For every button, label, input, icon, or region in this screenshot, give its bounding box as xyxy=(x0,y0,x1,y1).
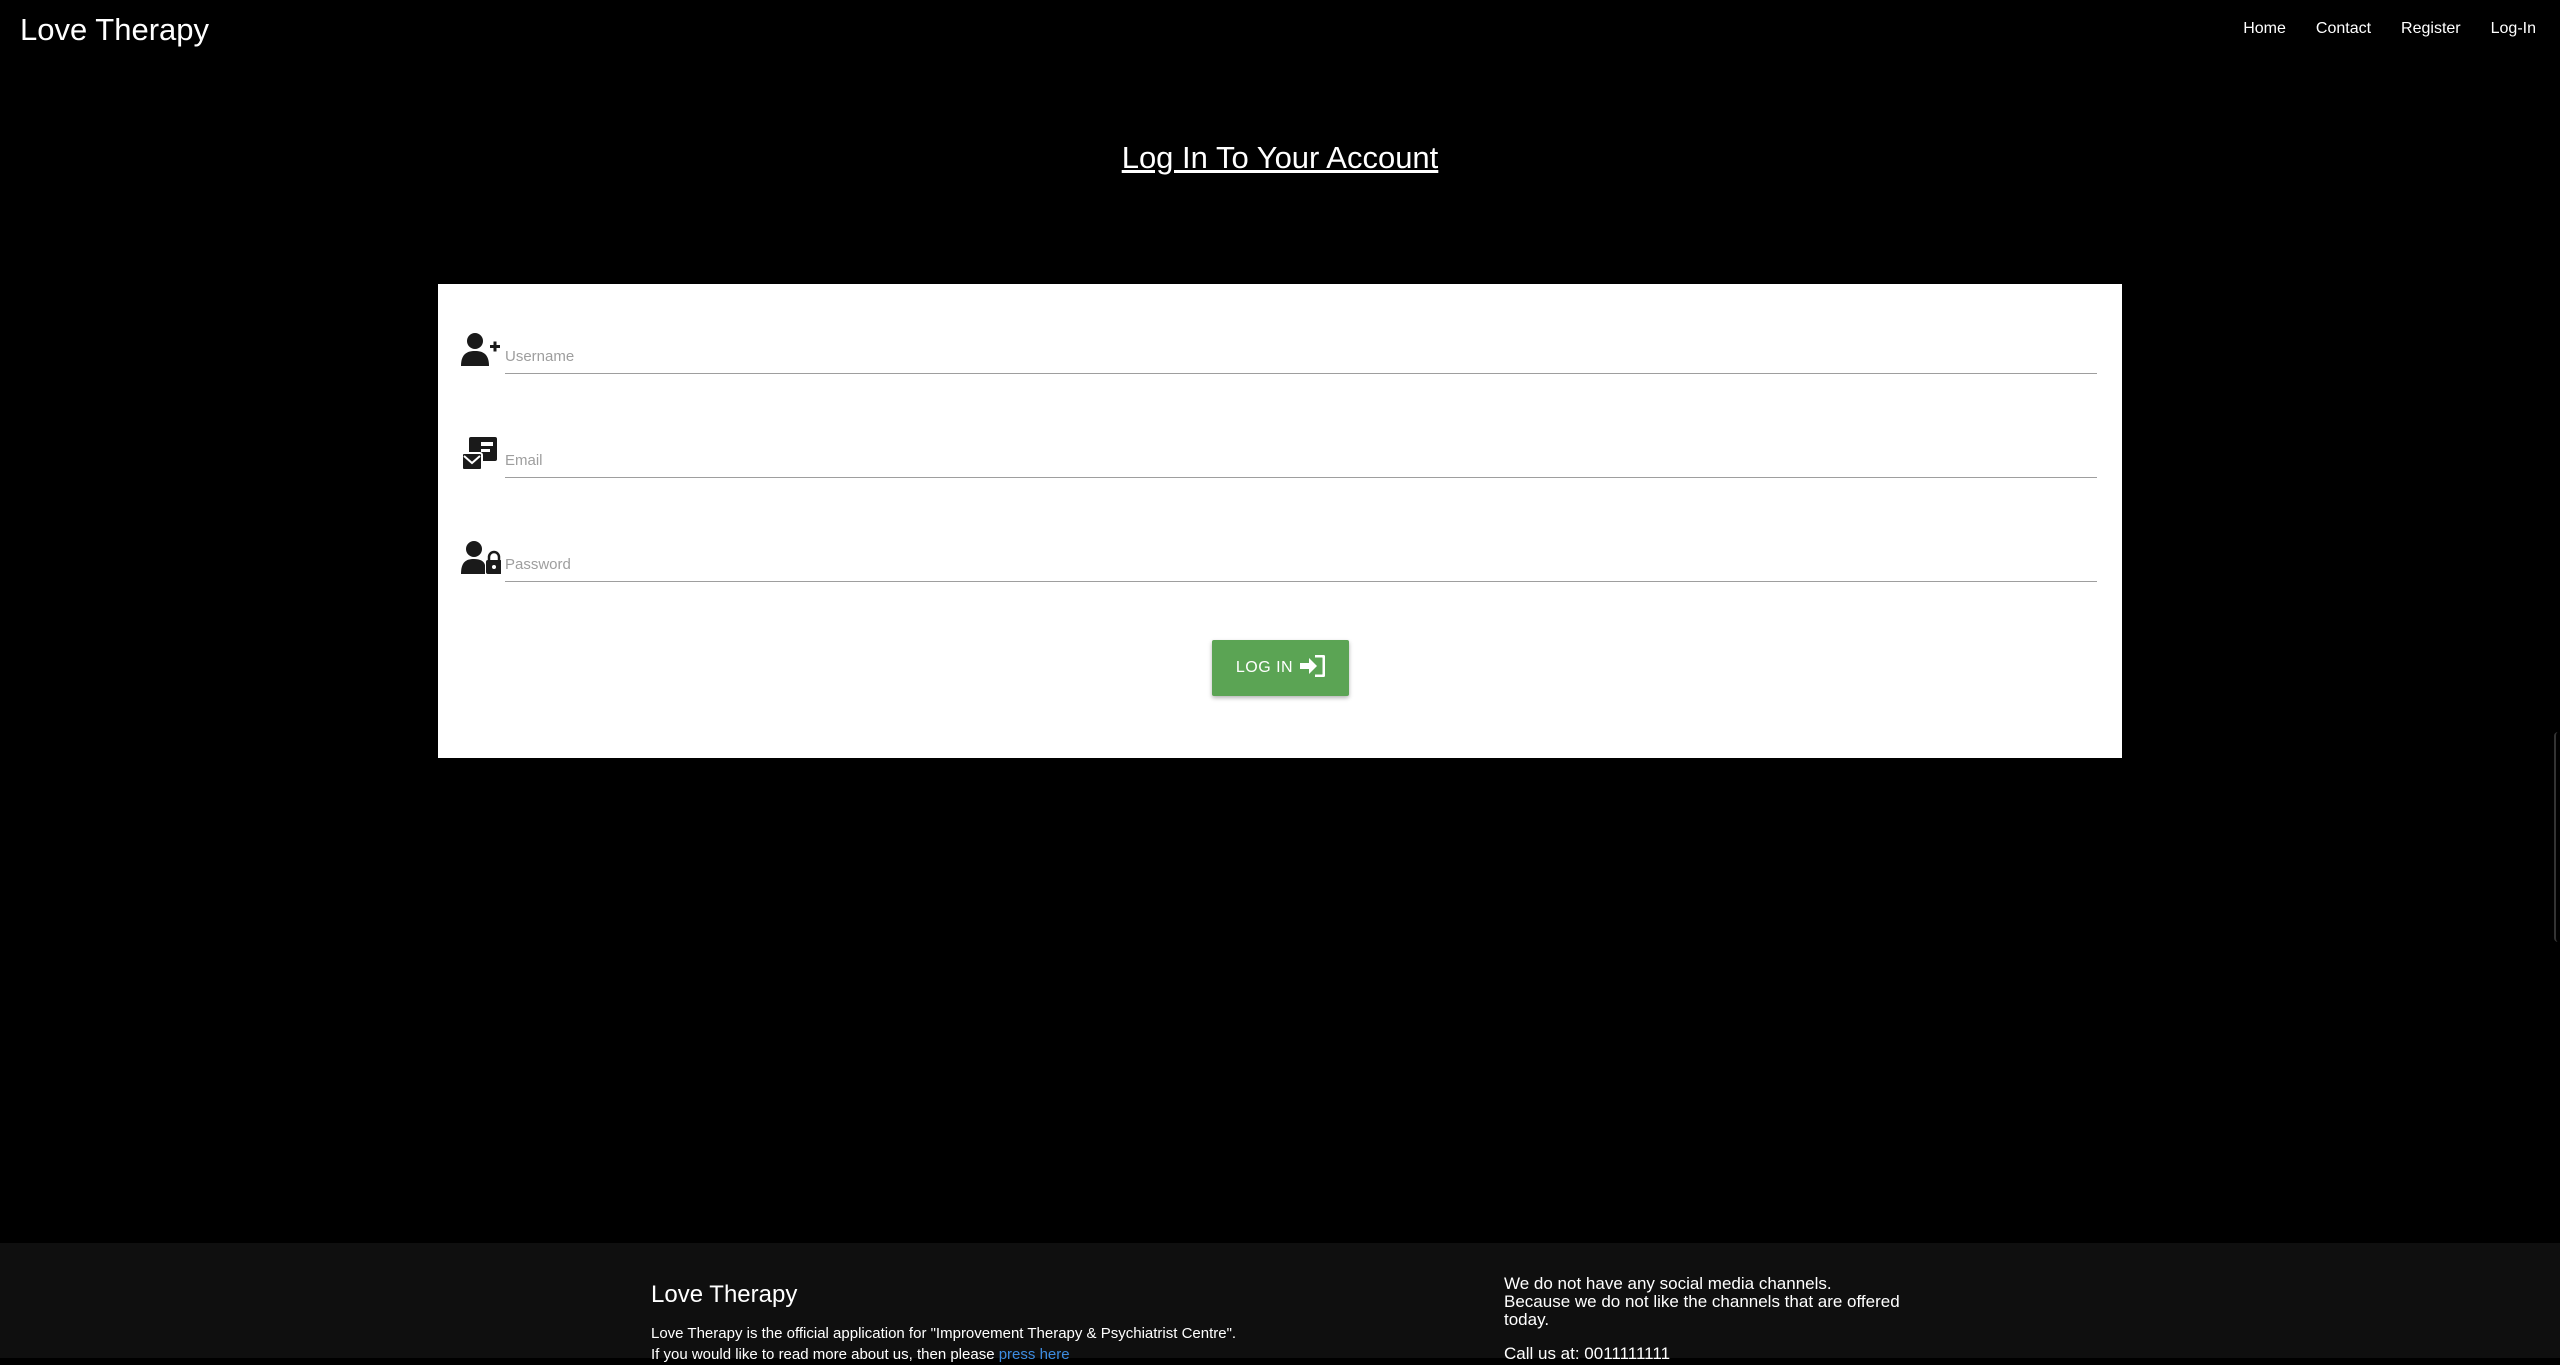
username-row xyxy=(461,322,2097,382)
footer-about: Love Therapy Love Therapy is the officia… xyxy=(651,1281,1411,1365)
footer-more-link[interactable]: press here xyxy=(999,1346,1070,1363)
footer-call: Call us at: 0011111111 xyxy=(1504,1344,1671,1363)
nav-link-login[interactable]: Log-In xyxy=(2491,20,2536,38)
login-button-label: LOG IN xyxy=(1235,659,1294,676)
nav-link-contact[interactable]: Contact xyxy=(2316,20,2371,38)
brand-logo[interactable]: Love Therapy xyxy=(20,12,209,48)
footer-contact: We do not have any social media channels… xyxy=(1504,1275,1944,1363)
nav-links: Home Contact Register Log-In xyxy=(2213,20,2536,38)
user-plus-icon xyxy=(461,332,501,368)
login-card: LOG IN xyxy=(438,284,2122,758)
footer-title: Love Therapy xyxy=(651,1281,798,1308)
page-title: Log In To Your Account xyxy=(1121,140,1439,175)
footer-social-line1: We do not have any social media channels… xyxy=(1504,1274,1832,1293)
footer-description: Love Therapy is the official application… xyxy=(651,1325,1237,1342)
user-lock-icon xyxy=(461,540,502,576)
password-input[interactable] xyxy=(505,548,2097,582)
scroll-edge[interactable] xyxy=(2554,732,2560,942)
nav-link-home[interactable]: Home xyxy=(2243,20,2286,38)
password-row xyxy=(461,530,2097,590)
login-button[interactable]: LOG IN xyxy=(1212,640,1349,696)
footer-more-text: If you would like to read more about us,… xyxy=(651,1346,999,1363)
username-input[interactable] xyxy=(505,340,2097,374)
email-row xyxy=(461,426,2097,486)
navbar: Love Therapy Home Contact Register Log-I… xyxy=(0,0,2560,60)
footer-social-line2: Because we do not like the channels that… xyxy=(1504,1292,1900,1329)
footer: Love Therapy Love Therapy is the officia… xyxy=(0,1243,2560,1363)
footer-more: If you would like to read more about us,… xyxy=(651,1344,1411,1365)
sign-in-icon xyxy=(1299,654,1326,682)
nav-link-register[interactable]: Register xyxy=(2401,20,2461,38)
email-input[interactable] xyxy=(505,444,2097,478)
mail-card-icon xyxy=(461,436,501,472)
